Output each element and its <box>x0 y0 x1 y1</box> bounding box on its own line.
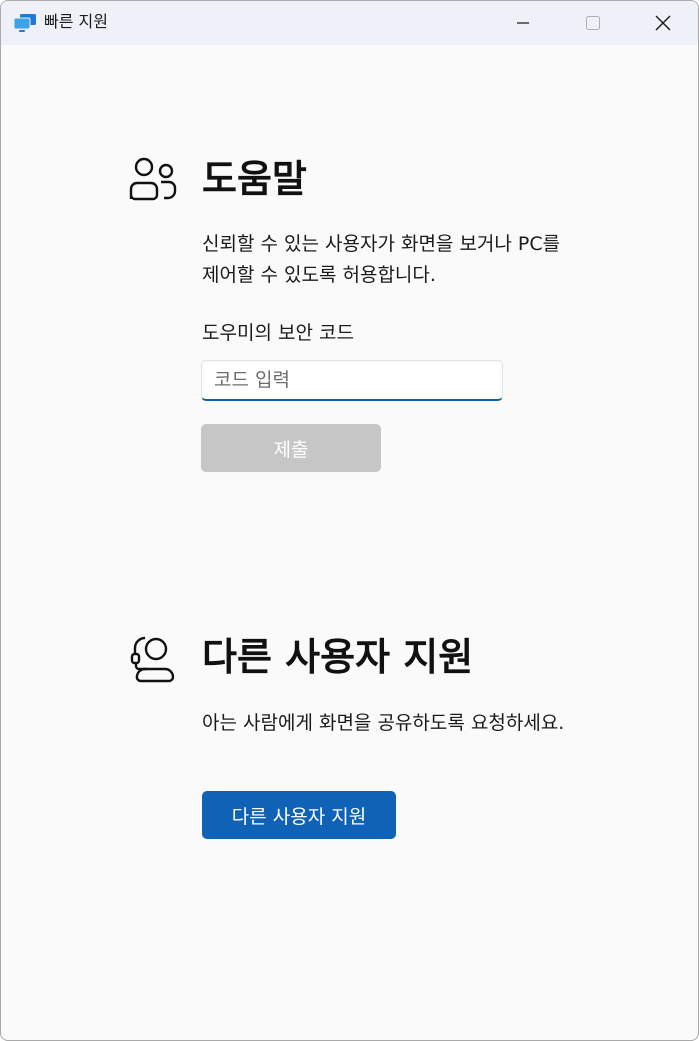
people-icon <box>129 157 177 201</box>
help-someone-button[interactable]: 다른 사용자 지원 <box>202 791 396 839</box>
title-bar: 빠른 지원 <box>1 1 698 45</box>
get-help-title: 도움말 <box>202 157 307 201</box>
quick-assist-app-icon <box>13 14 36 32</box>
window-title: 빠른 지원 <box>44 12 108 31</box>
minimize-button[interactable] <box>488 1 558 45</box>
give-help-description: 아는 사람에게 화면을 공유하도록 요청하세요. <box>202 712 565 734</box>
get-help-description: 신뢰할 수 있는 사용자가 화면을 보거나 PC를 제어할 수 있도록 허용합니… <box>202 233 561 286</box>
close-icon <box>655 15 671 31</box>
security-code-input[interactable] <box>201 360 503 401</box>
headset-person-icon <box>130 636 175 683</box>
maximize-icon <box>586 16 600 30</box>
maximize-button <box>558 1 628 45</box>
submit-button[interactable]: 제출 <box>201 424 381 472</box>
give-help-title: 다른 사용자 지원 <box>202 635 474 679</box>
quick-assist-window: 빠른 지원 도움말 신뢰할 수 있는 사용자가 화면을 보거나 PC를 제어할 … <box>0 0 699 1041</box>
security-code-label: 도우미의 보안 코드 <box>202 322 354 344</box>
close-button[interactable] <box>628 1 698 45</box>
minimize-icon <box>517 22 529 24</box>
